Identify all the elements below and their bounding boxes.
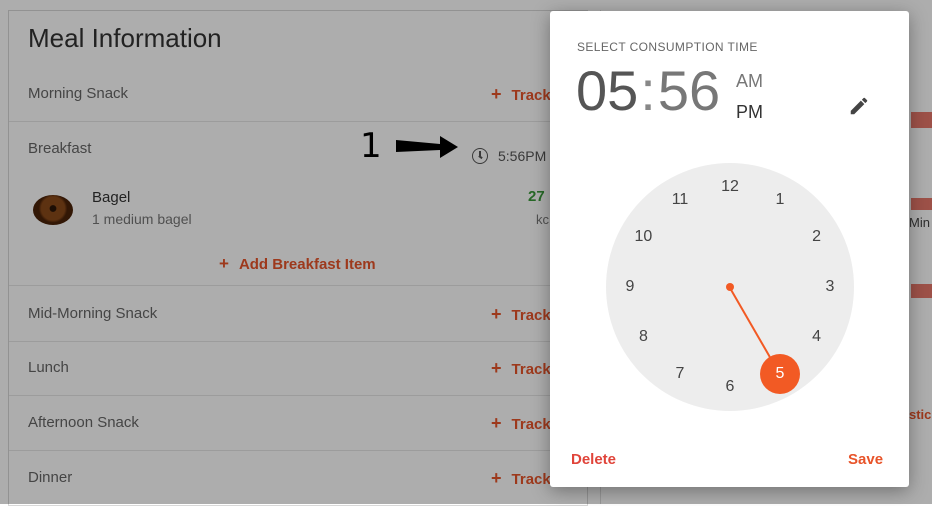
clock-hour-1[interactable]: 1 xyxy=(765,190,795,210)
clock-hour-7[interactable]: 7 xyxy=(665,364,695,384)
pencil-edit-icon[interactable] xyxy=(848,95,870,117)
clock-hour-11[interactable]: 11 xyxy=(665,190,695,210)
minutes-value[interactable]: 56 xyxy=(658,59,720,122)
clock-hour-10[interactable]: 10 xyxy=(628,227,658,247)
am-toggle[interactable]: AM xyxy=(736,71,763,92)
clock-hour-9[interactable]: 9 xyxy=(615,277,645,297)
clock-dial[interactable]: 12 1 2 3 4 5 6 7 8 9 10 11 xyxy=(606,163,854,411)
clock-hour-5-selected[interactable]: 5 xyxy=(760,353,800,394)
time-display: 05:56 xyxy=(576,63,720,119)
time-picker-modal: SELECT CONSUMPTION TIME 05:56 AM PM 12 1 2… xyxy=(550,11,909,487)
delete-button[interactable]: Delete xyxy=(571,451,616,468)
time-separator: : xyxy=(640,59,656,122)
clock-hour-2[interactable]: 2 xyxy=(802,227,832,247)
arrow-1-icon xyxy=(396,136,458,158)
pm-toggle[interactable]: PM xyxy=(736,102,763,123)
hours-value[interactable]: 05 xyxy=(576,59,638,122)
time-picker-title: SELECT CONSUMPTION TIME xyxy=(577,40,758,54)
clock-hand xyxy=(729,287,772,360)
save-button[interactable]: Save xyxy=(848,451,883,468)
clock-hour-8[interactable]: 8 xyxy=(628,327,658,347)
clock-hour-6[interactable]: 6 xyxy=(715,377,745,397)
clock-center-dot xyxy=(726,283,734,291)
clock-hour-4[interactable]: 4 xyxy=(802,327,832,347)
clock-hour-3[interactable]: 3 xyxy=(815,277,845,297)
annotation-number-1: 1 xyxy=(360,126,382,166)
clock-hour-12[interactable]: 12 xyxy=(715,177,745,197)
